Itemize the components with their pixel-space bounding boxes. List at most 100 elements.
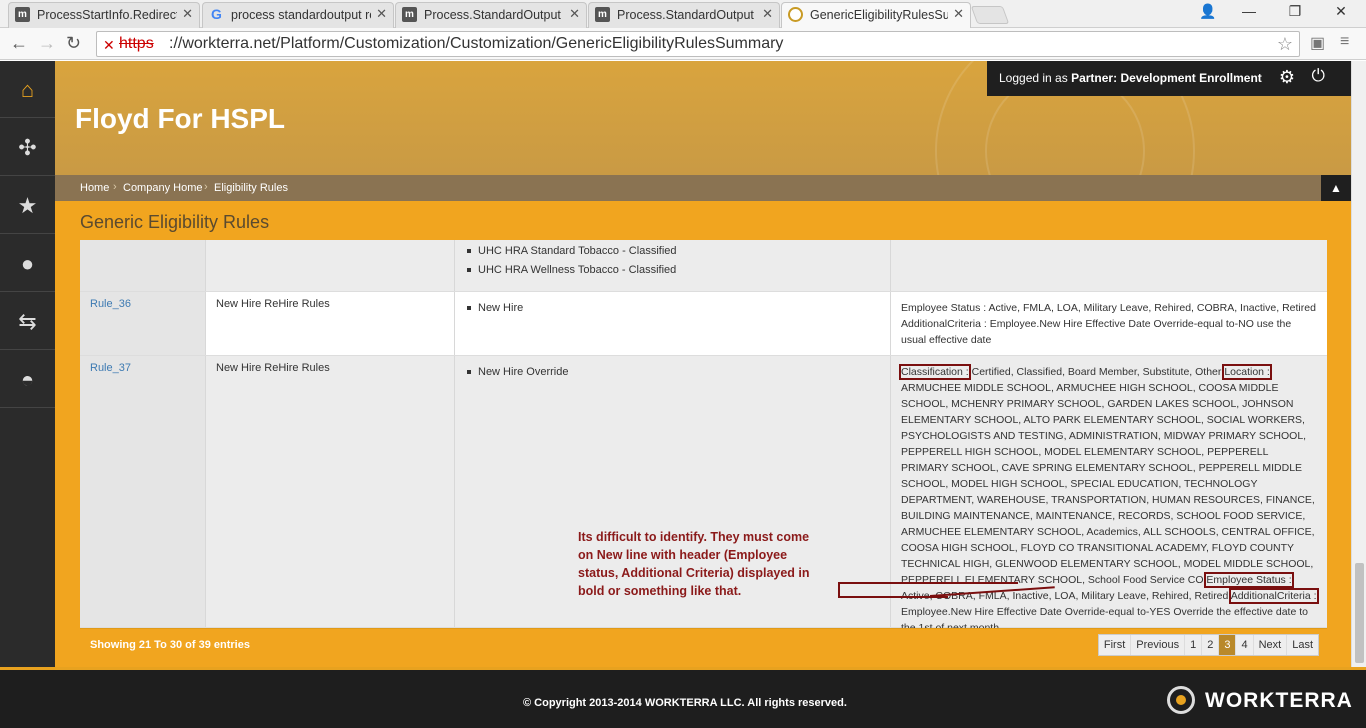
role-label: Partner:: [1071, 71, 1118, 85]
tab-favicon-icon: m: [402, 7, 417, 22]
page-4-button[interactable]: 4: [1236, 635, 1254, 655]
page-1-button[interactable]: 1: [1185, 635, 1203, 655]
pagination: First Previous 1 2 3 4 Next Last: [1097, 634, 1319, 656]
tab-title: ProcessStartInfo.RedirectS: [37, 8, 177, 22]
tab-title: GenericEligibilityRulesSum: [810, 8, 948, 22]
url-input[interactable]: ✕ https ://workterra.net/Platform/Custom…: [96, 31, 1300, 57]
breadcrumb-eligibility-rules[interactable]: Eligibility Rules: [214, 182, 288, 194]
reload-icon[interactable]: ↻: [66, 33, 81, 54]
plans-cell: New Hire: [455, 292, 891, 355]
account-name: Development Enrollment: [1120, 71, 1262, 85]
sidebar-puzzle-icon[interactable]: ✣: [0, 119, 55, 176]
entries-count: Showing 21 To 30 of 39 entries: [90, 639, 250, 651]
close-tab-icon[interactable]: ✕: [762, 6, 773, 22]
rule-link[interactable]: Rule_37: [90, 362, 131, 374]
plan-item: UHC HRA Standard Tobacco - Classified: [467, 245, 677, 257]
browser-tab-4[interactable]: m Process.StandardOutput P ✕: [588, 2, 780, 28]
gear-icon[interactable]: ⚙: [1279, 67, 1295, 88]
browser-tab-5-active[interactable]: GenericEligibilityRulesSum ✕: [781, 2, 971, 29]
next-page-button[interactable]: Next: [1254, 635, 1288, 655]
url-scheme: https: [119, 35, 154, 52]
insecure-lock-icon: ✕: [103, 37, 115, 53]
additional-criteria-values: Employee.New Hire Effective Date Overrid…: [901, 606, 1308, 628]
browser-tab-3[interactable]: m Process.StandardOutput P ✕: [395, 2, 587, 28]
sidebar-user-star-icon[interactable]: ★: [0, 177, 55, 234]
criteria-cell: Employee Status : Active, FMLA, LOA, Mil…: [891, 292, 1327, 355]
workterra-logo: WORKTERRA: [1167, 686, 1352, 716]
window-close-button[interactable]: ✕: [1326, 3, 1356, 20]
annotation-arrow: [838, 582, 840, 598]
browser-tab-1[interactable]: m ProcessStartInfo.RedirectS ✕: [8, 2, 200, 28]
page-3-button[interactable]: 3: [1219, 635, 1237, 655]
table-row: UHC HRA Standard Tobacco - Classified UH…: [80, 240, 1327, 292]
page-header: Generic Eligibility Rules: [55, 201, 1351, 240]
user-profile-icon[interactable]: 👤: [1193, 3, 1223, 20]
content-area: UHC HRA Standard Tobacco - Classified UH…: [55, 240, 1351, 667]
tab-favicon-icon: m: [15, 7, 30, 22]
location-values: ARMUCHEE MIDDLE SCHOOL, ARMUCHEE HIGH SC…: [901, 382, 1315, 586]
rule-link[interactable]: Rule_36: [90, 298, 131, 310]
tab-title: process standardoutput re: [231, 8, 371, 22]
bookmark-star-icon[interactable]: ☆: [1277, 32, 1293, 56]
rule-category: New Hire ReHire Rules: [216, 362, 330, 374]
minimize-button[interactable]: —: [1234, 3, 1264, 19]
first-page-button[interactable]: First: [1099, 635, 1132, 655]
last-page-button[interactable]: Last: [1287, 635, 1318, 655]
breadcrumb-company-home[interactable]: Company Home: [123, 182, 202, 194]
sidebar-user-icon[interactable]: ●: [0, 235, 55, 292]
sidebar-chat-icon[interactable]: ◓: [0, 351, 55, 408]
extension-icon[interactable]: ▣: [1310, 33, 1325, 53]
copyright-text: © Copyright 2013-2014 WORKTERRA LLC. All…: [523, 697, 847, 709]
maximize-button[interactable]: ❐: [1280, 3, 1310, 20]
plan-item: UHC HRA Wellness Tobacco - Classified: [467, 264, 676, 276]
workterra-logo-icon: [1167, 686, 1195, 714]
previous-page-button[interactable]: Previous: [1131, 635, 1186, 655]
tab-title: Process.StandardOutput P: [617, 8, 757, 22]
tab-title: Process.StandardOutput P: [424, 8, 564, 22]
rule-cell: Rule_37: [80, 356, 206, 627]
rule-cell: [80, 240, 206, 291]
breadcrumb: Home › Company Home › Eligibility Rules: [55, 175, 1351, 201]
close-tab-icon[interactable]: ✕: [953, 6, 964, 22]
plan-item: New Hire: [467, 302, 523, 314]
rule-cell: Rule_36: [80, 292, 206, 355]
close-tab-icon[interactable]: ✕: [182, 6, 193, 22]
page-2-button[interactable]: 2: [1202, 635, 1220, 655]
sidebar-transfer-icon[interactable]: ⇆: [0, 293, 55, 350]
back-icon[interactable]: ←: [10, 33, 28, 54]
category-cell: New Hire ReHire Rules: [206, 292, 455, 355]
menu-icon[interactable]: ≡: [1340, 33, 1349, 51]
close-tab-icon[interactable]: ✕: [569, 6, 580, 22]
forward-icon[interactable]: →: [38, 33, 56, 54]
employee-status-values: Active, COBRA, FMLA, Inactive, LOA, Mili…: [901, 590, 1231, 602]
category-cell: New Hire ReHire Rules: [206, 356, 455, 627]
criteria-cell: [891, 240, 1327, 291]
user-bar: Logged in as Partner: Development Enroll…: [987, 61, 1351, 96]
collapse-header-button[interactable]: ▲: [1321, 175, 1351, 201]
sidebar-home-icon[interactable]: ⌂: [0, 61, 55, 118]
scrollbar-thumb[interactable]: [1355, 563, 1364, 663]
tab-favicon-icon: m: [595, 7, 610, 22]
criteria-cell: Classification : Certified, Classified, …: [891, 356, 1327, 628]
employee-status-label: Employee Status :: [1204, 572, 1294, 588]
location-label: Location :: [1222, 364, 1272, 380]
criteria-text: Classification : Certified, Classified, …: [899, 364, 1319, 628]
plans-cell: UHC HRA Standard Tobacco - Classified UH…: [455, 240, 891, 291]
page-scrollbar[interactable]: [1351, 61, 1366, 667]
address-bar: ← → ↻ ✕ https ://workterra.net/Platform/…: [0, 28, 1366, 60]
annotation-arrow: [838, 582, 1018, 584]
logo-text: WORKTERRA: [1205, 689, 1353, 712]
app-sidebar: ⌂ ✣ ★ ● ⇆ ◓: [0, 61, 55, 667]
new-tab-button[interactable]: [970, 6, 1010, 24]
table-row: Rule_36 New Hire ReHire Rules New Hire E…: [80, 292, 1327, 356]
table-footer: Showing 21 To 30 of 39 entries First Prev…: [80, 628, 1327, 661]
classification-values: Certified, Classified, Board Member, Sub…: [968, 366, 1225, 378]
close-tab-icon[interactable]: ✕: [376, 6, 387, 22]
page-footer: © Copyright 2013-2014 WORKTERRA LLC. All…: [0, 670, 1366, 728]
breadcrumb-separator: ›: [113, 181, 117, 193]
power-icon[interactable]: ⏻: [1312, 66, 1325, 86]
breadcrumb-separator: ›: [204, 181, 208, 193]
breadcrumb-home[interactable]: Home: [80, 182, 109, 194]
browser-tab-2[interactable]: G process standardoutput re ✕: [202, 2, 394, 28]
additional-criteria-label: AdditionalCriteria :: [1228, 588, 1319, 604]
